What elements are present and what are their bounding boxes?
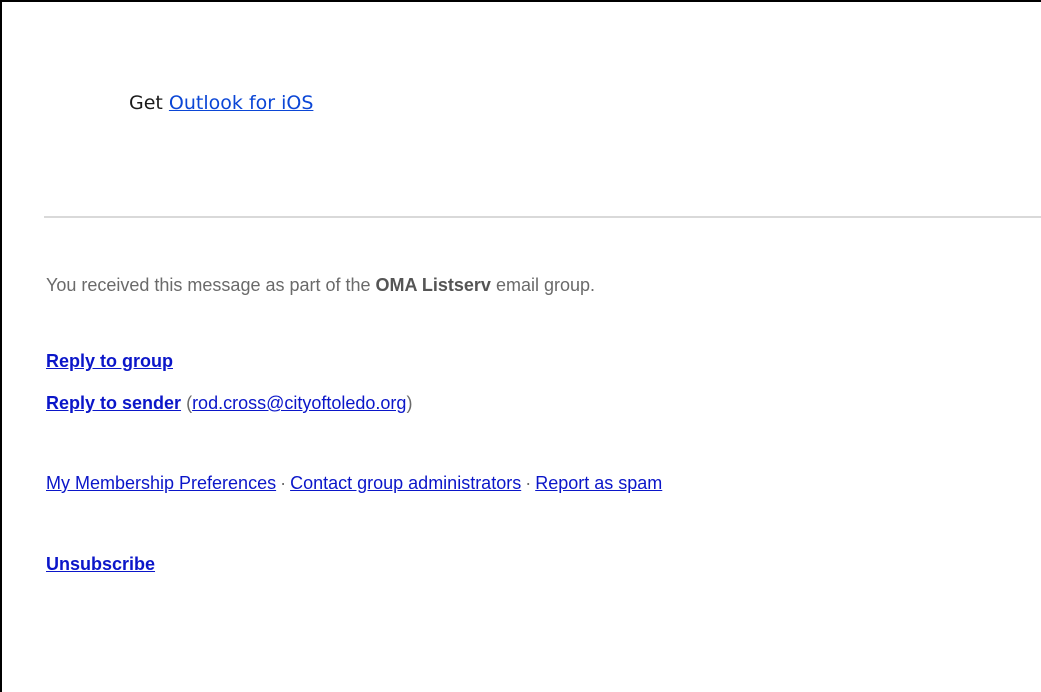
contact-admins-link[interactable]: Contact group administrators — [290, 473, 521, 493]
reply-to-group-row: Reply to group — [46, 351, 173, 372]
reply-to-sender-link[interactable]: Reply to sender — [46, 393, 181, 413]
preferences-row: My Membership Preferences · Contact group … — [46, 473, 662, 494]
reply-to-group-link[interactable]: Reply to group — [46, 351, 173, 371]
outlook-for-ios-link[interactable]: Outlook for iOS — [169, 92, 313, 114]
outlook-prefix: Get — [129, 92, 163, 114]
notice-prefix: You received this message as part of the — [46, 275, 371, 295]
separator-dot: · — [525, 473, 532, 493]
email-body: Get Outlook for iOS You received this me… — [0, 0, 1041, 692]
sender-email-link[interactable]: rod.cross@cityoftoledo.org — [192, 393, 406, 413]
notice-suffix: email group. — [495, 275, 595, 295]
close-paren: ) — [406, 393, 413, 413]
group-notice: You received this message as part of the… — [46, 275, 595, 296]
unsubscribe-row: Unsubscribe — [46, 554, 155, 575]
membership-preferences-link[interactable]: My Membership Preferences — [46, 473, 276, 493]
reply-to-sender-row: Reply to sender (rod.cross@cityoftoledo.… — [46, 393, 412, 414]
outlook-signature: Get Outlook for iOS — [129, 92, 313, 114]
report-spam-link[interactable]: Report as spam — [535, 473, 662, 493]
separator-dot: · — [280, 473, 287, 493]
group-name: OMA Listserv — [375, 275, 491, 295]
unsubscribe-link[interactable]: Unsubscribe — [46, 554, 155, 574]
footer-divider — [44, 216, 1041, 218]
